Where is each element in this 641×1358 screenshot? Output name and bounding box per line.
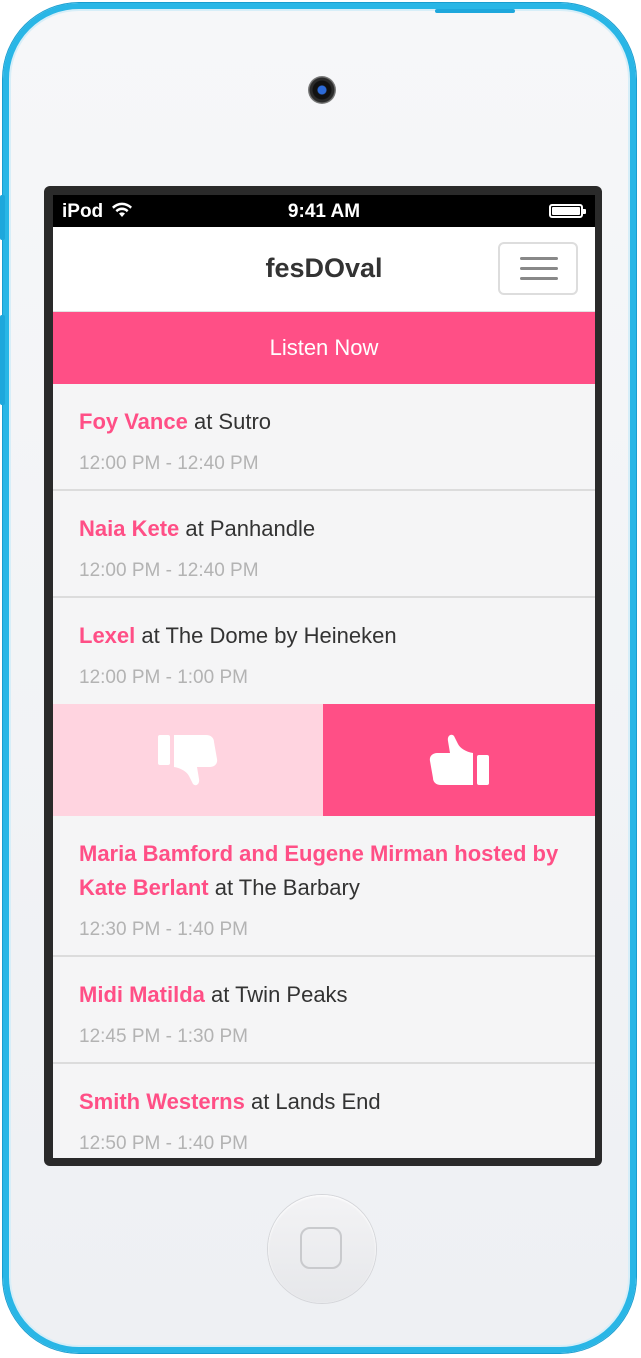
list-item[interactable]: Lexel at The Dome by Heineken 12:00 PM -… bbox=[53, 598, 595, 704]
item-title: Foy Vance at Sutro bbox=[79, 405, 569, 439]
set-time: 12:00 PM - 1:00 PM bbox=[79, 667, 248, 688]
set-time: 12:30 PM - 1:40 PM bbox=[79, 919, 248, 940]
venue-name: at The Dome by Heineken bbox=[135, 623, 397, 648]
schedule-list: Foy Vance at Sutro 12:00 PM - 12:40 PM N… bbox=[53, 384, 595, 1158]
battery-icon bbox=[549, 204, 586, 218]
list-item[interactable]: Smith Westerns at Lands End 12:50 PM - 1… bbox=[53, 1064, 595, 1158]
venue-name: at Sutro bbox=[187, 409, 271, 434]
venue-name: at Lands End bbox=[244, 1089, 381, 1114]
artist-name: Foy Vance bbox=[79, 409, 188, 434]
item-title: Midi Matilda at Twin Peaks bbox=[79, 978, 569, 1012]
thumbs-down-icon bbox=[158, 735, 218, 786]
item-title: Smith Westerns at Lands End bbox=[79, 1085, 569, 1119]
status-bar: iPod 9:41 AM bbox=[53, 195, 595, 227]
list-item[interactable]: Midi Matilda at Twin Peaks 12:45 PM - 1:… bbox=[53, 957, 595, 1064]
thumbs-up-icon bbox=[429, 734, 489, 785]
home-square-icon bbox=[300, 1227, 342, 1269]
clock: 9:41 AM bbox=[287, 201, 361, 222]
list-item[interactable]: Foy Vance at Sutro 12:00 PM - 12:40 PM bbox=[53, 384, 595, 491]
set-time: 12:45 PM - 1:30 PM bbox=[79, 1026, 248, 1047]
power-button bbox=[435, 9, 515, 13]
vote-actions bbox=[53, 704, 595, 816]
list-item[interactable]: Naia Kete at Panhandle 12:00 PM - 12:40 … bbox=[53, 491, 595, 598]
volume-down-button bbox=[0, 315, 5, 405]
thumbs-up-button[interactable] bbox=[323, 704, 595, 816]
artist-name: Smith Westerns bbox=[79, 1089, 245, 1114]
nav-bar: fesDOval bbox=[53, 227, 595, 312]
front-camera bbox=[308, 76, 336, 104]
artist-name: Naia Kete bbox=[79, 516, 180, 541]
volume-up-button bbox=[0, 195, 5, 240]
item-title: Maria Bamford and Eugene Mirman hosted b… bbox=[79, 837, 569, 905]
venue-name: at Twin Peaks bbox=[204, 982, 348, 1007]
artist-name: Lexel bbox=[79, 623, 136, 648]
thumbs-down-button[interactable] bbox=[53, 704, 323, 816]
listen-now-button[interactable]: Listen Now bbox=[53, 312, 595, 384]
list-item[interactable]: Maria Bamford and Eugene Mirman hosted b… bbox=[53, 816, 595, 957]
home-button[interactable] bbox=[268, 1195, 376, 1303]
venue-name: at Panhandle bbox=[179, 516, 316, 541]
hamburger-icon[interactable] bbox=[498, 242, 578, 295]
venue-name: at The Barbary bbox=[208, 875, 360, 900]
set-time: 12:50 PM - 1:40 PM bbox=[79, 1133, 248, 1154]
set-time: 12:00 PM - 12:40 PM bbox=[79, 453, 259, 474]
item-title: Lexel at The Dome by Heineken bbox=[79, 619, 569, 653]
artist-name: Midi Matilda bbox=[79, 982, 205, 1007]
item-title: Naia Kete at Panhandle bbox=[79, 512, 569, 546]
set-time: 12:00 PM - 12:40 PM bbox=[79, 560, 259, 581]
app-screen: iPod 9:41 AM fesDOval Listen Now Foy Van… bbox=[53, 195, 595, 1158]
